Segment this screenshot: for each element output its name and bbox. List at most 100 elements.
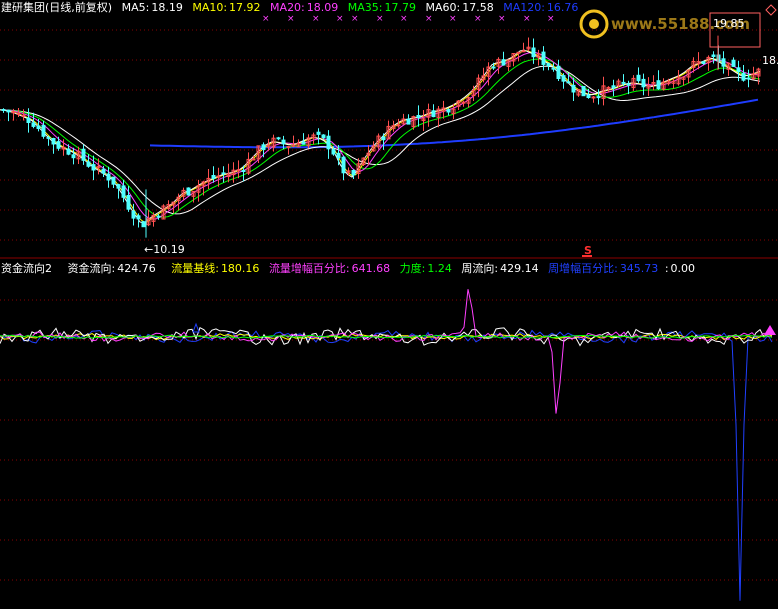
ma120-value: 16.76 bbox=[547, 1, 579, 14]
candle-body-23 bbox=[116, 184, 121, 189]
cross-marker-10: × bbox=[498, 14, 506, 24]
cross-marker-9: × bbox=[474, 14, 482, 24]
candle-body-9 bbox=[46, 136, 51, 139]
ma60-value: 17.58 bbox=[462, 1, 494, 14]
force-label: 力度: bbox=[400, 261, 426, 275]
candle-body-117 bbox=[586, 94, 591, 99]
candle-body-27 bbox=[136, 215, 141, 220]
low-label: ←10.19 bbox=[144, 243, 185, 256]
candle-body-103 bbox=[516, 51, 521, 54]
candle-body-110 bbox=[551, 67, 556, 70]
candle-body-60 bbox=[301, 141, 306, 145]
ma5-label: MA5: bbox=[122, 1, 150, 14]
candle-body-18 bbox=[91, 164, 96, 171]
diamond-icon[interactable] bbox=[765, 4, 777, 16]
candle-body-122 bbox=[611, 85, 616, 89]
candle-body-147 bbox=[736, 67, 741, 73]
force-value: 1.24 bbox=[427, 262, 452, 275]
weekly-pct-value: 345.73 bbox=[620, 262, 659, 275]
ma60-label: MA60: bbox=[425, 1, 460, 14]
candle-body-118 bbox=[591, 96, 596, 99]
candle-body-113 bbox=[566, 81, 571, 84]
cross-marker-6: × bbox=[400, 14, 408, 24]
candle-body-37 bbox=[186, 187, 191, 196]
candle-body-2 bbox=[11, 111, 16, 114]
triangle-marker-icon bbox=[764, 325, 776, 335]
top-markers: × × × × × × × × × × × × × bbox=[262, 14, 555, 24]
candle-body-148 bbox=[741, 72, 746, 81]
candle-body-142 bbox=[711, 54, 716, 57]
candle-body-31 bbox=[156, 215, 161, 218]
candle-body-47 bbox=[236, 169, 241, 172]
candle-body-100 bbox=[501, 59, 506, 66]
candle-body-42 bbox=[211, 175, 216, 179]
weekly-flow-value: 429.14 bbox=[500, 262, 539, 275]
candle-body-28 bbox=[141, 221, 146, 228]
indicator-header: 资金流向2 资金流向: 424.76 流量基线: 180.16 流量增幅百分比: 64… bbox=[1, 261, 695, 275]
flow-pct-line bbox=[0, 289, 773, 414]
candlesticks bbox=[1, 35, 761, 238]
candle-body-149 bbox=[746, 77, 751, 80]
candle-body-44 bbox=[221, 172, 226, 175]
candle-body-144 bbox=[721, 58, 726, 67]
weekly-pct-line bbox=[0, 329, 773, 601]
candle-body-68 bbox=[341, 156, 346, 174]
candle-body-64 bbox=[321, 134, 326, 139]
candle-body-24 bbox=[121, 185, 126, 198]
candle-body-124 bbox=[621, 81, 626, 84]
cross-marker-5: × bbox=[376, 14, 384, 24]
candle-body-112 bbox=[561, 75, 566, 82]
candle-body-128 bbox=[641, 78, 646, 88]
candle-body-1 bbox=[6, 109, 11, 113]
flow-base-value: 180.16 bbox=[221, 262, 260, 275]
candle-body-25 bbox=[126, 195, 131, 210]
candle-body-104 bbox=[521, 50, 526, 53]
price-header: 建研集团(日线,前复权) MA5: 18.19 MA10: 17.92 MA20: 1… bbox=[1, 0, 578, 14]
candle-body-98 bbox=[491, 66, 496, 69]
cross-marker-0: × bbox=[262, 14, 270, 24]
stock-chart: × × × × × × × × × × × × × www.55188.com 建研集团(日线,前复权)… bbox=[0, 0, 778, 601]
candle-body-66 bbox=[331, 149, 336, 155]
candle-body-146 bbox=[731, 59, 736, 67]
right-price-label: 18. bbox=[762, 54, 778, 67]
ma20-value: 18.09 bbox=[307, 1, 339, 14]
candle-body-22 bbox=[111, 176, 116, 185]
indicator-name: 资金流向2 bbox=[1, 261, 52, 275]
candle-body-6 bbox=[31, 122, 36, 127]
cross-marker-11: × bbox=[523, 14, 531, 24]
candle-body-86 bbox=[431, 110, 436, 118]
ma20-label: MA20: bbox=[270, 1, 305, 14]
grid bbox=[0, 29, 778, 581]
candle-body-89 bbox=[446, 109, 451, 113]
candle-body-76 bbox=[381, 136, 386, 141]
extra-value: 0.00 bbox=[671, 262, 696, 275]
ma120-label: MA120: bbox=[503, 1, 545, 14]
candle-body-26 bbox=[131, 210, 136, 219]
candle-body-57 bbox=[286, 146, 291, 149]
ma35-label: MA35: bbox=[348, 1, 383, 14]
candle-body-16 bbox=[81, 148, 86, 161]
candle-body-50 bbox=[251, 158, 256, 161]
candle-body-70 bbox=[351, 170, 356, 176]
candle-body-83 bbox=[416, 115, 421, 118]
candle-body-119 bbox=[596, 96, 601, 99]
cross-marker-8: × bbox=[449, 14, 457, 24]
weekly-flow-label: 周流向: bbox=[461, 261, 498, 275]
candle-body-8 bbox=[41, 124, 46, 137]
candle-body-0 bbox=[1, 109, 6, 111]
flow-pct-label: 流量增幅百分比: bbox=[269, 261, 350, 275]
logo-core-icon bbox=[589, 19, 599, 29]
ma10-value: 17.92 bbox=[229, 1, 261, 14]
candle-body-13 bbox=[66, 148, 71, 155]
cross-marker-3: × bbox=[336, 14, 344, 24]
candle-body-48 bbox=[241, 170, 246, 172]
candle-body-127 bbox=[636, 74, 641, 82]
high-label: 19.85 bbox=[713, 17, 745, 30]
candle-body-67 bbox=[336, 152, 341, 159]
weekly-pct-label: 周增幅百分比: bbox=[548, 261, 618, 275]
stock-name: 建研集团(日线,前复权) bbox=[1, 0, 112, 14]
fund-flow-value: 424.76 bbox=[117, 262, 156, 275]
candle-body-10 bbox=[51, 138, 56, 145]
ma35-value: 17.79 bbox=[384, 1, 416, 14]
candle-body-17 bbox=[86, 161, 91, 167]
